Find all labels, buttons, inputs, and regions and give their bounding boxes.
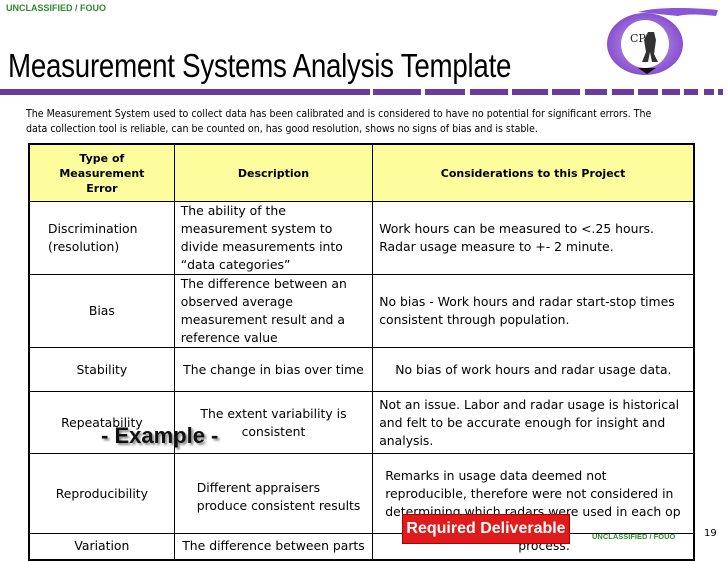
title-underline-dash — [704, 89, 714, 95]
page-number: 19 — [704, 528, 717, 539]
classification-banner-top: UNCLASSIFIED / FOUO — [6, 3, 107, 13]
title-underline — [0, 89, 370, 95]
msa-table: Type of Measurement Error Description Co… — [28, 143, 695, 561]
cell-description: Different appraisers produce consistent … — [173, 453, 374, 534]
table-row: Stability The change in bias over time N… — [28, 347, 695, 392]
title-underline-dash — [373, 89, 421, 95]
intro-paragraph: The Measurement System used to collect d… — [26, 109, 652, 135]
cell-type: Reproducibility — [28, 453, 175, 534]
title-underline-dash — [512, 89, 548, 95]
title-underline-dash — [684, 89, 698, 95]
required-deliverable-badge: Required Deliverable — [402, 514, 570, 544]
title-underline-dash — [470, 89, 508, 95]
cell-considerations: No bias - Work hours and radar start-sto… — [372, 274, 695, 348]
title-underline-dash — [638, 89, 658, 95]
title-underline-dash — [425, 89, 465, 95]
cell-description: The difference between parts — [173, 533, 374, 560]
table-row: Discrimination (resolution) The ability … — [28, 201, 695, 275]
header-considerations: Considerations to this Project — [372, 143, 695, 202]
cpi-logo: CPI — [598, 2, 726, 78]
header-type: Type of Measurement Error — [28, 143, 175, 202]
title-underline-dash — [718, 89, 723, 95]
title-underline-dash — [585, 89, 607, 95]
table-row: Bias The difference between an observed … — [28, 274, 695, 348]
cell-considerations: Not an issue. Labor and radar usage is h… — [372, 391, 695, 454]
table-header-row: Type of Measurement Error Description Co… — [28, 143, 695, 202]
title-underline-dash — [662, 89, 680, 95]
cell-type: Discrimination (resolution) — [28, 201, 175, 275]
cell-type: Stability — [28, 347, 175, 392]
cell-description: The ability of the measurement system to… — [173, 201, 374, 275]
header-description: Description — [173, 143, 374, 202]
cell-type: Variation — [28, 533, 175, 560]
cell-description: The difference between an observed avera… — [173, 274, 374, 348]
title-underline-dash — [552, 89, 580, 95]
cell-description: The change in bias over time — [173, 347, 374, 392]
cell-considerations: Work hours can be measured to <.25 hours… — [372, 201, 695, 275]
sigma-logo-icon: CPI — [607, 8, 718, 75]
title-underline-dash — [612, 89, 634, 95]
cell-type: Bias — [28, 274, 175, 348]
example-label: - Example - — [101, 423, 219, 448]
table-row: Reproducibility Different appraisers pro… — [28, 453, 695, 534]
cell-considerations: No bias of work hours and radar usage da… — [372, 347, 695, 392]
page-title: Measurement Systems Analysis Template — [8, 47, 512, 84]
classification-banner-bottom: UNCLASSIFIED / FOUO — [592, 532, 676, 541]
